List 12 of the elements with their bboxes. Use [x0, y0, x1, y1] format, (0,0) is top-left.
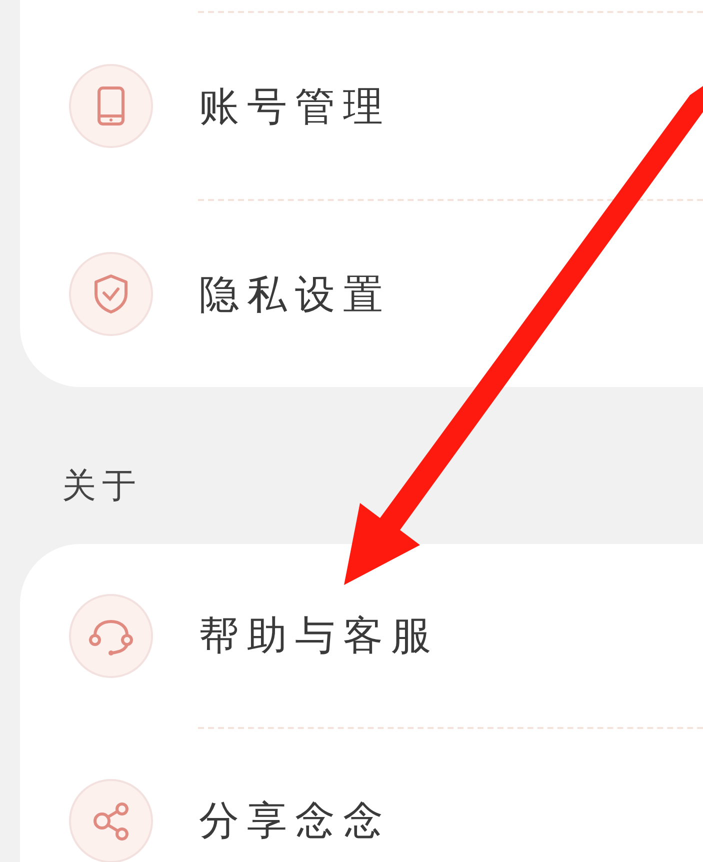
section-title: 关于 — [62, 464, 142, 508]
menu-item-label: 分享念念 — [199, 797, 391, 846]
menu-item-label: 帮助与客服 — [199, 612, 439, 661]
menu-item[interactable]: 分享念念 — [20, 729, 703, 862]
share-icon — [91, 800, 131, 840]
menu-item-label: 账号管理 — [199, 82, 391, 132]
menu-item[interactable]: 账号管理 — [20, 13, 703, 199]
phone-icon — [97, 86, 125, 126]
menu-item-label: 隐私设置 — [199, 270, 391, 320]
menu-item[interactable]: 帮助与客服 — [20, 544, 703, 727]
menu-item[interactable]: 隐私设置 — [20, 201, 703, 387]
shield-check-icon — [93, 274, 129, 314]
